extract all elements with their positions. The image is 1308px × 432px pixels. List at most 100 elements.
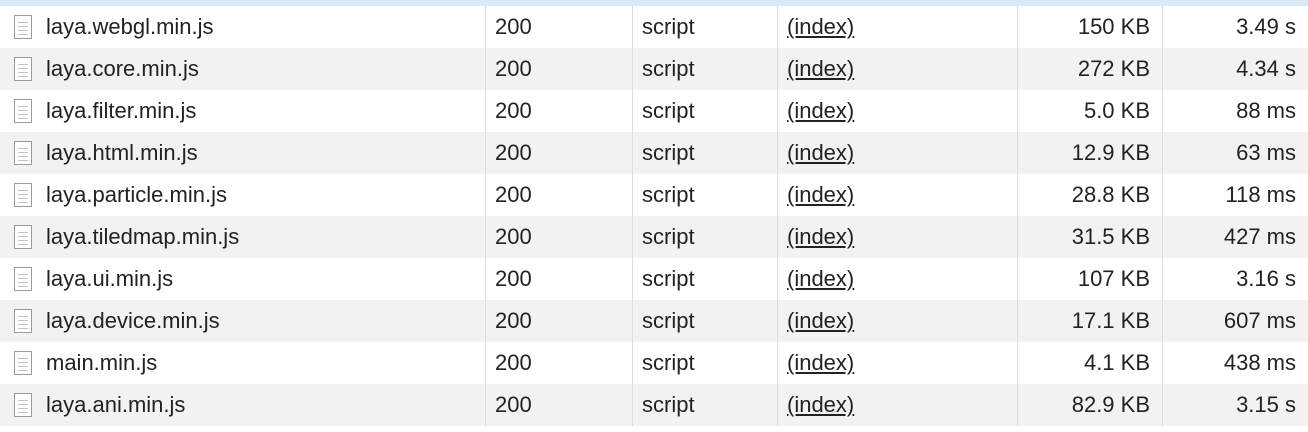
document-icon: [14, 351, 32, 375]
request-name: laya.particle.min.js: [46, 182, 227, 207]
request-type: script: [642, 308, 695, 333]
initiator-link[interactable]: (index): [787, 392, 854, 418]
initiator-cell: (index): [778, 90, 1018, 132]
document-icon: [14, 309, 32, 333]
request-time: 3.16 s: [1236, 266, 1296, 291]
name-cell[interactable]: main.min.js: [0, 342, 486, 384]
table-row[interactable]: laya.filter.min.js 200 script (index) 5.…: [0, 90, 1308, 132]
network-requests-table: laya.webgl.min.js 200 script (index) 150…: [0, 6, 1308, 426]
request-type: script: [642, 266, 695, 291]
table-row[interactable]: laya.core.min.js 200 script (index) 272 …: [0, 48, 1308, 90]
time-cell: 427 ms: [1163, 216, 1308, 258]
document-icon: [14, 225, 32, 249]
time-cell: 3.15 s: [1163, 384, 1308, 426]
name-cell[interactable]: laya.core.min.js: [0, 48, 486, 90]
table-row[interactable]: laya.webgl.min.js 200 script (index) 150…: [0, 6, 1308, 48]
status-cell: 200: [486, 6, 633, 48]
initiator-link[interactable]: (index): [787, 182, 854, 208]
request-type: script: [642, 182, 695, 207]
type-cell: script: [633, 258, 778, 300]
initiator-cell: (index): [778, 48, 1018, 90]
request-size: 17.1 KB: [1071, 308, 1150, 333]
request-name: laya.filter.min.js: [46, 98, 197, 123]
request-size: 12.9 KB: [1071, 140, 1150, 165]
size-cell: 5.0 KB: [1018, 90, 1163, 132]
name-cell[interactable]: laya.particle.min.js: [0, 174, 486, 216]
document-icon: [14, 183, 32, 207]
initiator-cell: (index): [778, 300, 1018, 342]
request-status: 200: [495, 56, 532, 81]
time-cell: 118 ms: [1163, 174, 1308, 216]
request-name: laya.tiledmap.min.js: [46, 224, 240, 249]
table-row[interactable]: laya.device.min.js 200 script (index) 17…: [0, 300, 1308, 342]
request-time: 4.34 s: [1236, 56, 1296, 81]
request-name: laya.ani.min.js: [46, 392, 186, 417]
request-name: laya.html.min.js: [46, 140, 198, 165]
request-time: 63 ms: [1236, 140, 1296, 165]
table-row[interactable]: laya.tiledmap.min.js 200 script (index) …: [0, 216, 1308, 258]
request-time: 438 ms: [1223, 350, 1296, 375]
initiator-link[interactable]: (index): [787, 14, 854, 40]
size-cell: 150 KB: [1018, 6, 1163, 48]
request-size: 31.5 KB: [1071, 224, 1150, 249]
name-cell[interactable]: laya.ui.min.js: [0, 258, 486, 300]
request-size: 272 KB: [1077, 56, 1150, 81]
initiator-cell: (index): [778, 174, 1018, 216]
size-cell: 82.9 KB: [1018, 384, 1163, 426]
initiator-link[interactable]: (index): [787, 140, 854, 166]
document-icon: [14, 15, 32, 39]
request-size: 5.0 KB: [1083, 98, 1150, 123]
status-cell: 200: [486, 90, 633, 132]
request-time: 427 ms: [1223, 224, 1296, 249]
type-cell: script: [633, 6, 778, 48]
table-row[interactable]: laya.html.min.js 200 script (index) 12.9…: [0, 132, 1308, 174]
name-cell[interactable]: laya.device.min.js: [0, 300, 486, 342]
size-cell: 17.1 KB: [1018, 300, 1163, 342]
initiator-link[interactable]: (index): [787, 98, 854, 124]
request-status: 200: [495, 392, 532, 417]
request-type: script: [642, 98, 695, 123]
status-cell: 200: [486, 216, 633, 258]
table-row[interactable]: laya.ani.min.js 200 script (index) 82.9 …: [0, 384, 1308, 426]
size-cell: 107 KB: [1018, 258, 1163, 300]
time-cell: 607 ms: [1163, 300, 1308, 342]
request-size: 28.8 KB: [1071, 182, 1150, 207]
type-cell: script: [633, 300, 778, 342]
request-status: 200: [495, 224, 532, 249]
request-status: 200: [495, 350, 532, 375]
status-cell: 200: [486, 384, 633, 426]
initiator-link[interactable]: (index): [787, 224, 854, 250]
status-cell: 200: [486, 342, 633, 384]
name-cell[interactable]: laya.webgl.min.js: [0, 6, 486, 48]
name-cell[interactable]: laya.tiledmap.min.js: [0, 216, 486, 258]
initiator-cell: (index): [778, 216, 1018, 258]
size-cell: 28.8 KB: [1018, 174, 1163, 216]
request-type: script: [642, 392, 695, 417]
type-cell: script: [633, 384, 778, 426]
initiator-link[interactable]: (index): [787, 266, 854, 292]
document-icon: [14, 141, 32, 165]
type-cell: script: [633, 48, 778, 90]
type-cell: script: [633, 216, 778, 258]
initiator-link[interactable]: (index): [787, 56, 854, 82]
table-row[interactable]: main.min.js 200 script (index) 4.1 KB 43…: [0, 342, 1308, 384]
initiator-cell: (index): [778, 6, 1018, 48]
size-cell: 4.1 KB: [1018, 342, 1163, 384]
type-cell: script: [633, 174, 778, 216]
request-time: 3.15 s: [1236, 392, 1296, 417]
request-type: script: [642, 14, 695, 39]
document-icon: [14, 267, 32, 291]
name-cell[interactable]: laya.ani.min.js: [0, 384, 486, 426]
table-row[interactable]: laya.ui.min.js 200 script (index) 107 KB…: [0, 258, 1308, 300]
initiator-link[interactable]: (index): [787, 350, 854, 376]
request-type: script: [642, 140, 695, 165]
size-cell: 272 KB: [1018, 48, 1163, 90]
request-name: main.min.js: [46, 350, 158, 375]
initiator-link[interactable]: (index): [787, 308, 854, 334]
type-cell: script: [633, 90, 778, 132]
initiator-cell: (index): [778, 342, 1018, 384]
table-row[interactable]: laya.particle.min.js 200 script (index) …: [0, 174, 1308, 216]
name-cell[interactable]: laya.html.min.js: [0, 132, 486, 174]
request-size: 150 KB: [1077, 14, 1150, 39]
name-cell[interactable]: laya.filter.min.js: [0, 90, 486, 132]
